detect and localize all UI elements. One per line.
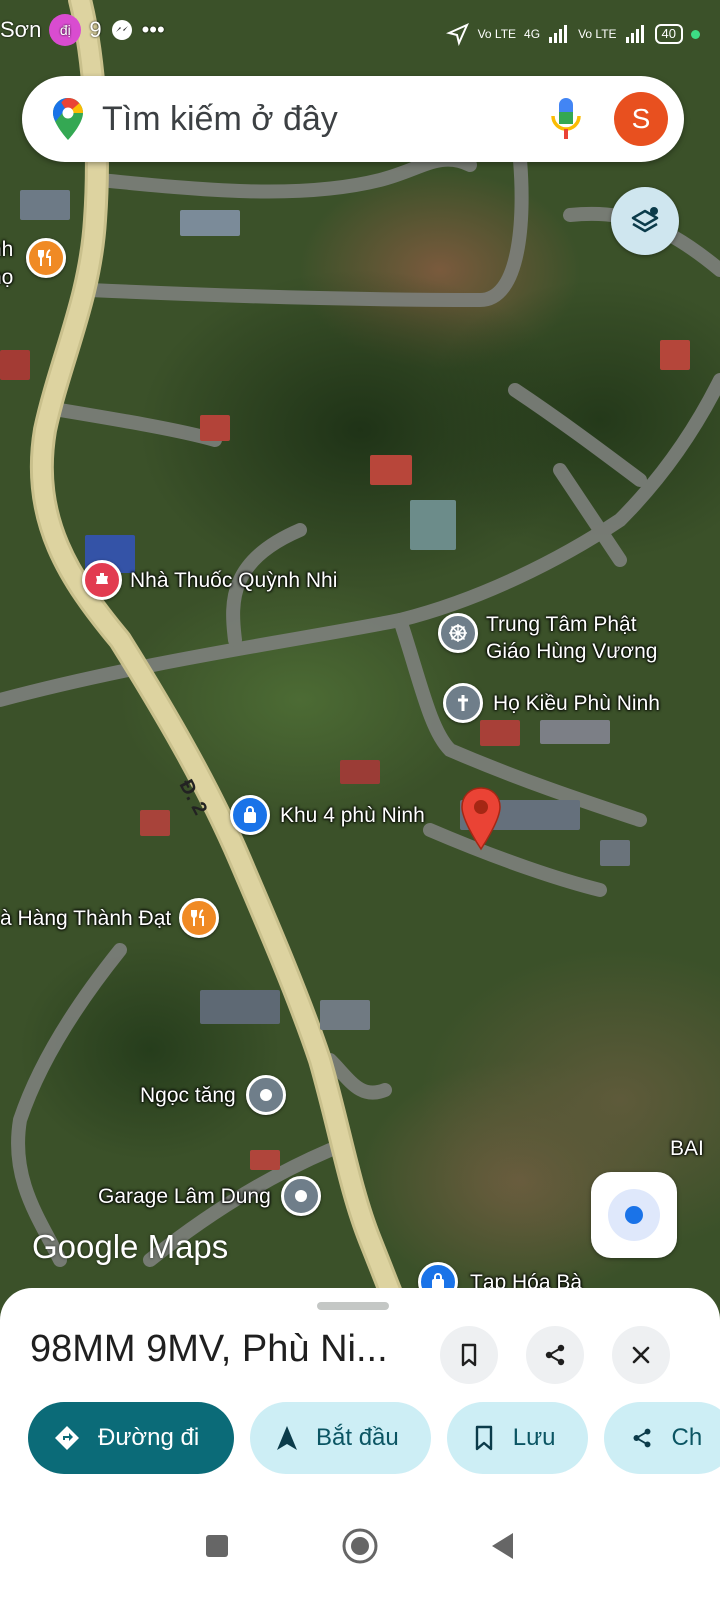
directions-icon	[55, 1426, 79, 1450]
building	[140, 810, 170, 836]
profile-avatar[interactable]: S	[614, 92, 668, 146]
building	[0, 350, 30, 380]
directions-label: Đường đi	[98, 1424, 200, 1451]
search-input[interactable]: Tìm kiếm ở đây	[102, 100, 546, 139]
map-roads	[0, 0, 720, 1340]
poi-garage[interactable]: Garage Lâm Dung	[98, 1176, 321, 1216]
status-partial-text: Sơn	[0, 17, 42, 42]
poi-label: Nhà Thuốc Quỳnh Nhi	[130, 568, 338, 592]
restaurant-icon	[26, 238, 66, 278]
save-label: Lưu	[512, 1424, 556, 1451]
poi-label: à Hàng Thành Đạt	[0, 906, 172, 930]
search-bar[interactable]: Tìm kiếm ở đây S	[22, 76, 684, 162]
microphone-icon[interactable]	[546, 94, 586, 144]
recents-button[interactable]	[203, 1532, 231, 1560]
signal-icon	[625, 25, 644, 43]
navigation-icon	[277, 1426, 297, 1450]
building	[200, 990, 280, 1024]
pharmacy-icon	[82, 560, 122, 600]
building	[250, 1150, 280, 1170]
save-button[interactable]: Lưu	[446, 1402, 588, 1474]
status-time: 9	[89, 17, 102, 42]
building	[480, 720, 520, 746]
privacy-indicator-icon	[691, 29, 700, 39]
poi-buddhist-center[interactable]: Trung Tâm Phật Giáo Hùng Vương	[438, 613, 657, 665]
my-location-button[interactable]	[591, 1172, 677, 1258]
poi-restaurant-left[interactable]: nh họ	[0, 238, 66, 289]
poi-label: Họ Kiều Phù Ninh	[493, 691, 660, 715]
poi-ngoc-tang[interactable]: Ngọc tăng	[140, 1075, 286, 1115]
layers-button[interactable]	[611, 187, 679, 255]
cross-icon	[443, 683, 483, 723]
share-label: Ch	[671, 1424, 703, 1451]
volte-label-2: Vo LTE	[578, 27, 617, 41]
place-dot-icon	[280, 1176, 321, 1216]
messenger-icon	[111, 20, 132, 40]
location-arrow-icon	[445, 23, 469, 46]
restaurant-icon	[179, 898, 220, 938]
dharma-wheel-icon	[438, 613, 478, 653]
satellite-map[interactable]: Đ. 2 nh họ Nhà Thuốc Quỳnh Nhi Trung Tâm…	[0, 0, 720, 1340]
poi-label: Ngọc tăng	[140, 1083, 236, 1107]
back-button[interactable]	[489, 1531, 517, 1561]
poi-restaurant-thanh-dat[interactable]: à Hàng Thành Đạt	[0, 898, 220, 938]
building	[320, 1000, 370, 1030]
close-icon	[632, 1346, 650, 1364]
share-icon	[633, 1428, 650, 1448]
shopping-bag-icon	[230, 795, 270, 835]
poi-label: Garage Lâm Dung	[98, 1184, 271, 1208]
volte-label: Vo LTE	[477, 27, 517, 41]
place-title: 98MM 9MV, Phù Ni...	[30, 1328, 388, 1370]
poi-label: nh họ	[0, 238, 14, 289]
poi-label: Trung Tâm Phật Giáo Hùng Vương	[486, 613, 658, 663]
building	[370, 455, 412, 485]
bookmark-icon	[461, 1343, 477, 1367]
share-button[interactable]	[526, 1326, 584, 1384]
location-pin-icon[interactable]	[460, 786, 502, 852]
network-type-label: 4G	[524, 27, 541, 41]
poi-church[interactable]: Họ Kiều Phù Ninh	[443, 683, 660, 723]
system-navigation-bar	[0, 1492, 720, 1600]
status-bar: Sơn đị 9 ••• Vo LTE 4G Vo LTE 40	[0, 0, 720, 70]
app-notification-icon: đị	[49, 14, 82, 46]
poi-partial-label: BAI	[670, 1135, 704, 1162]
poi-label: Khu 4 phù Ninh	[280, 803, 425, 827]
building	[660, 340, 690, 370]
google-maps-logo-icon	[53, 98, 83, 140]
drag-handle[interactable]	[317, 1302, 389, 1310]
battery-indicator: 40	[654, 24, 683, 44]
building	[600, 840, 630, 866]
google-maps-watermark: Google Maps	[32, 1228, 229, 1265]
building	[410, 500, 456, 550]
layers-icon	[631, 207, 659, 233]
more-notifications-icon: •••	[141, 17, 165, 42]
building	[340, 760, 380, 784]
poi-pharmacy[interactable]: Nhà Thuốc Quỳnh Nhi	[82, 560, 337, 600]
my-location-icon	[608, 1189, 660, 1241]
share-chip-button[interactable]: Ch	[603, 1402, 720, 1474]
building	[20, 190, 70, 220]
save-bookmark-button[interactable]	[440, 1326, 498, 1384]
close-button[interactable]	[612, 1326, 670, 1384]
home-button[interactable]	[341, 1527, 379, 1565]
share-icon	[545, 1344, 565, 1366]
place-dot-icon	[245, 1075, 286, 1115]
start-label: Bắt đầu	[316, 1424, 399, 1451]
signal-icon	[549, 25, 568, 43]
building	[540, 720, 610, 744]
directions-button[interactable]: Đường đi	[28, 1402, 234, 1474]
bookmark-icon	[475, 1425, 492, 1451]
building	[180, 210, 240, 236]
building	[200, 415, 230, 441]
poi-label: BAI	[670, 1137, 704, 1160]
start-navigation-button[interactable]: Bắt đầu	[250, 1402, 431, 1474]
poi-shopping-khu4[interactable]: Khu 4 phù Ninh	[230, 795, 425, 835]
